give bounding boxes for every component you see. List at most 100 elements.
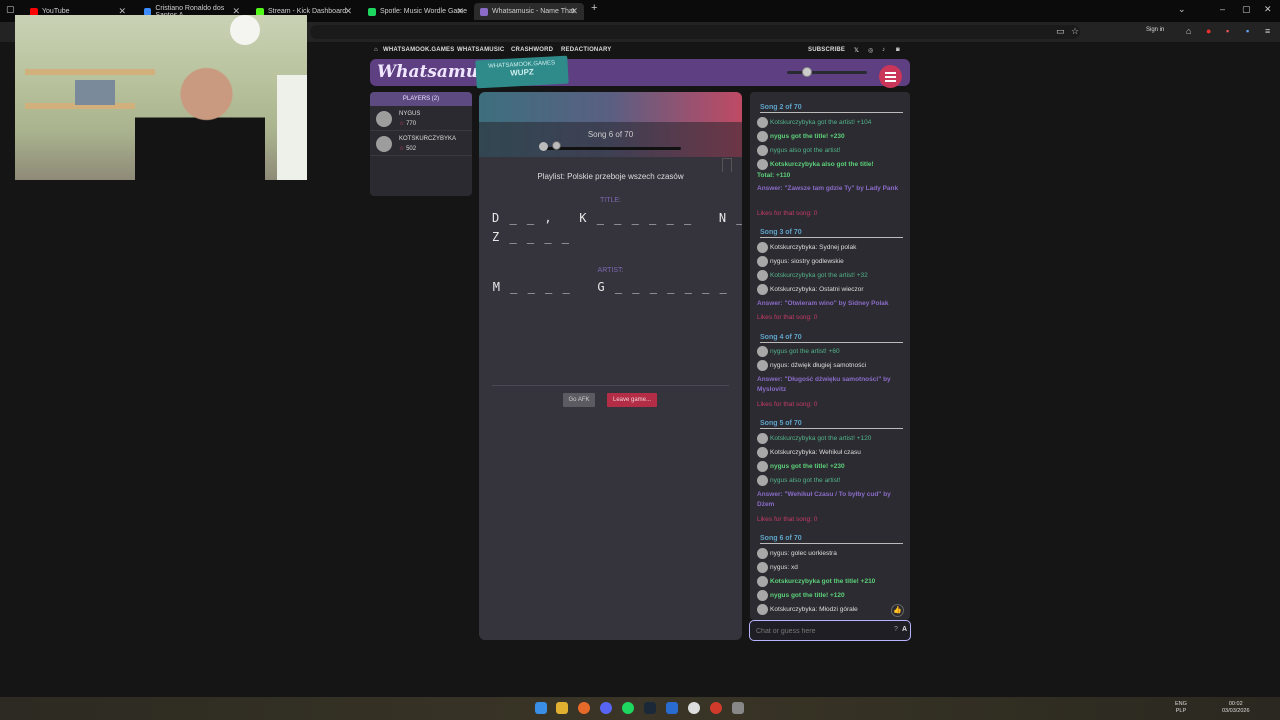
windows-start-icon[interactable] [535, 702, 547, 714]
volume-slider-knob[interactable] [802, 67, 812, 77]
artist-hint: M _ _ _ _ G _ _ _ _ _ _ _ [492, 280, 729, 294]
twitter-icon[interactable]: 𝕏 [854, 47, 859, 54]
app-icon[interactable] [710, 702, 722, 714]
song-counter: Song 6 of 70 [587, 130, 634, 139]
tab-label: Whatsamusic - Name That [492, 8, 575, 15]
chat-input[interactable] [756, 625, 876, 637]
extension-icon[interactable]: ▪ [1226, 26, 1229, 36]
chat-message: nygus got the title! +120 [757, 590, 907, 601]
chat-message: Kotskurczybyka: Wehikuł czasu [757, 447, 907, 458]
nav-whatsamusic-link[interactable]: WHATSAMUSIC [457, 47, 504, 53]
chat-message: nygus: xd [757, 562, 907, 573]
nav-home-icon[interactable]: ⌂ [374, 47, 378, 53]
star-icon: ☆ [399, 121, 405, 127]
tab-label: Stream - Kick Dashboard [268, 8, 347, 15]
site-nav: ⌂ WHATSAMOOK.GAMES WHATSAMUSIC CRASHWORD… [370, 47, 910, 57]
song-section-header: Song 3 of 70 [760, 229, 903, 238]
player-score: ☆ 770 [399, 121, 417, 127]
menu-icon[interactable]: ≡ [1265, 26, 1270, 36]
chat-input-box: ? A [749, 620, 911, 641]
help-icon[interactable]: ? [894, 626, 898, 633]
avatar [757, 447, 768, 458]
volume-slider[interactable] [787, 71, 867, 74]
chevron-down-icon[interactable]: ⌄ [1178, 4, 1186, 15]
chat-message: Kotskurczybyka got the artist! +104 [757, 117, 907, 128]
tiktok-icon[interactable]: ♪ [882, 47, 885, 53]
app-icon[interactable] [666, 702, 678, 714]
firefox-icon[interactable] [578, 702, 590, 714]
text-size-icon[interactable]: A [902, 626, 907, 633]
star-icon[interactable]: ☆ [1071, 26, 1079, 37]
tab-label: Spotle: Music Wordle Game [380, 8, 468, 15]
close-tab-icon[interactable]: ✕ [570, 6, 578, 17]
bookmark-icon[interactable] [722, 158, 732, 172]
close-window-icon[interactable]: ✕ [1264, 4, 1272, 15]
play-icon[interactable] [539, 142, 548, 151]
chat-message: Kotskurczybyka got the title! +210 [757, 576, 907, 587]
song-section-header: Song 2 of 70 [760, 104, 903, 113]
extension-icon[interactable]: ● [1206, 26, 1211, 36]
steam-icon[interactable] [644, 702, 656, 714]
avatar [757, 159, 768, 170]
avatar [757, 576, 768, 587]
url-field[interactable] [310, 25, 1080, 39]
players-panel: PLAYERS (2) NYGUS ☆ 770 KOTSKURCZYBYKA ☆… [370, 92, 472, 196]
player-score: ☆ 502 [399, 146, 417, 152]
file-explorer-icon[interactable] [556, 702, 568, 714]
avatar [757, 270, 768, 281]
home-icon[interactable]: ⌂ [1186, 26, 1191, 36]
tab-label: YouTube [42, 8, 70, 15]
maximize-icon[interactable]: ▢ [1242, 4, 1251, 15]
song-answer: Answer: "Zawsze tam gdzie Ty" by Lady Pa… [757, 185, 899, 192]
divider [492, 385, 729, 386]
song-section-header: Song 6 of 70 [760, 535, 903, 544]
extension-icon[interactable]: ▪ [1246, 26, 1249, 36]
chat-panel: Song 2 of 70 Kotskurczybyka got the arti… [750, 92, 910, 620]
instagram-icon[interactable]: ◎ [868, 47, 873, 54]
picture-frame [75, 80, 115, 105]
leave-game-button[interactable]: Leave game... [607, 393, 657, 407]
chat-message: nygus got the title! +230 [757, 461, 907, 472]
title-label: TITLE: [599, 197, 621, 204]
like-thumb-icon[interactable]: 👍 [891, 604, 904, 617]
new-tab-button[interactable]: + [591, 2, 597, 14]
chat-message: Kotskurczybyka also got the title! [757, 159, 907, 170]
players-title: PLAYERS (2) [370, 92, 472, 106]
avatar [757, 548, 768, 559]
spotify-icon[interactable] [622, 702, 634, 714]
lamp [230, 15, 260, 45]
nav-redactionary-link[interactable]: REDACTIONARY [561, 47, 612, 53]
install-icon[interactable]: ▭ [1056, 26, 1065, 37]
clock[interactable]: 00:02 03/03/2026 [1222, 701, 1250, 715]
avatar [757, 475, 768, 486]
discord-icon[interactable]: ◙ [896, 47, 900, 53]
go-afk-button[interactable]: Go AFK [563, 393, 595, 407]
chat-message: nygus: dźwięk długiej samotności [757, 360, 907, 371]
tab-whatsamusic[interactable]: Whatsamusic - Name That ✕ [474, 3, 584, 20]
song-likes: Likes for that song: 0 [757, 314, 818, 321]
avatar [757, 131, 768, 142]
nav-crashword-link[interactable]: CRASHWORD [511, 47, 553, 53]
tab-spotle[interactable]: Spotle: Music Wordle Game ✕ [362, 3, 470, 20]
nav-home-link[interactable]: WHATSAMOOK.GAMES [383, 47, 454, 53]
chat-message: nygus got the artist! +60 [757, 346, 907, 357]
chat-message: nygus also got the artist! [757, 475, 907, 486]
sign-in-button[interactable]: Sign in [1146, 27, 1164, 33]
close-tab-icon[interactable]: ✕ [456, 6, 464, 17]
game-panel: Song 6 of 70 Playlist: Polskie przeboje … [479, 92, 742, 640]
tab-actions-icon[interactable]: ▢ [6, 4, 15, 15]
hamburger-menu-button[interactable] [879, 65, 902, 88]
chrome-icon[interactable] [688, 702, 700, 714]
language-indicator[interactable]: ENG PLP [1175, 701, 1187, 715]
nav-subscribe-link[interactable]: SUBSCRIBE [808, 47, 845, 53]
app-icon[interactable] [732, 702, 744, 714]
song-progress-bar [541, 147, 681, 150]
discord-icon[interactable] [600, 702, 612, 714]
avatar [757, 461, 768, 472]
avatar [757, 604, 768, 615]
close-tab-icon[interactable]: ✕ [344, 6, 352, 17]
minimize-icon[interactable]: – [1220, 4, 1225, 14]
song-answer: Answer: "Długość dźwięku samotności" by … [757, 376, 891, 393]
chat-message: nygus: golec uorkiestra [757, 548, 907, 559]
chat-message: nygus also got the artist! [757, 145, 907, 156]
